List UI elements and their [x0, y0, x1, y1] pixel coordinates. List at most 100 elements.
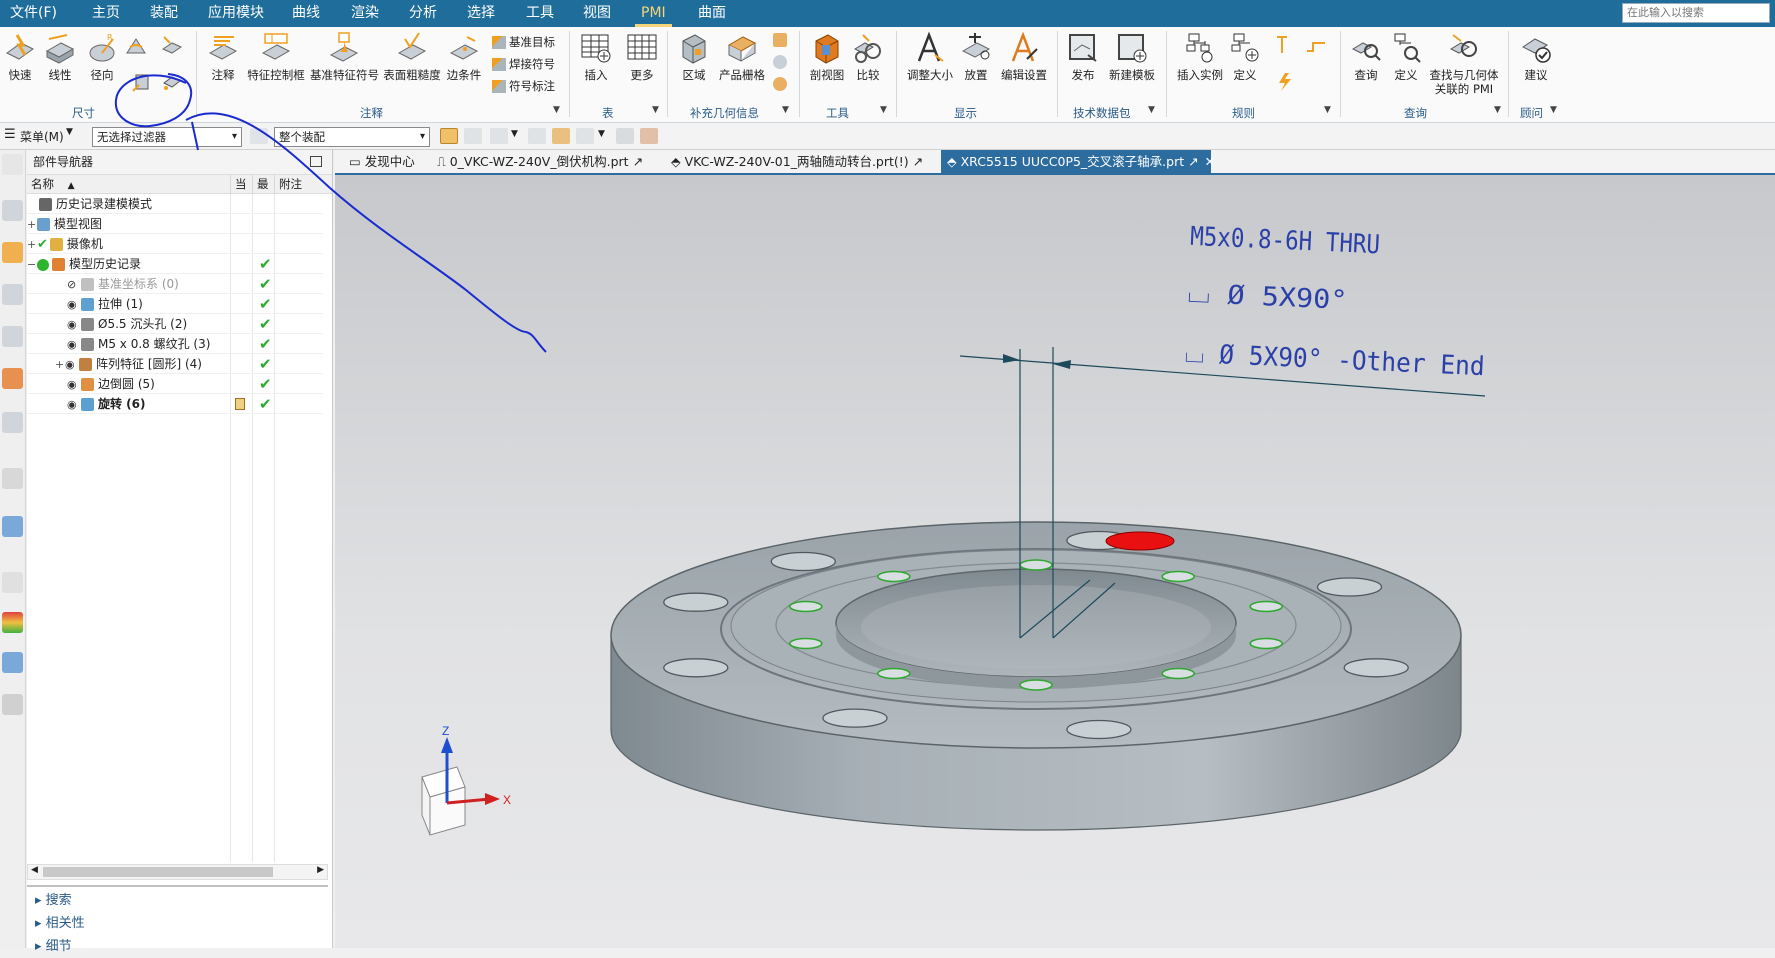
supplementary-tool-2-button[interactable]	[772, 55, 788, 69]
menu-pmi[interactable]: PMI	[635, 0, 672, 27]
chevron-down-icon[interactable]: ▼	[1148, 105, 1155, 115]
edit-settings-button[interactable]: 编辑设置	[998, 31, 1050, 82]
menu-tools[interactable]: 工具	[526, 0, 554, 27]
filter-reset-icon[interactable]	[250, 128, 268, 144]
snap-point-icon[interactable]	[528, 128, 546, 144]
mounting-hole[interactable]	[1066, 719, 1132, 740]
publish-button[interactable]: 发布	[1064, 31, 1102, 82]
place-button[interactable]: 放置	[958, 31, 994, 82]
menu-view[interactable]: 视图	[583, 0, 611, 27]
threaded-hole[interactable]	[1161, 570, 1196, 583]
threaded-hole[interactable]	[1249, 600, 1284, 613]
compare-button[interactable]: 比较	[850, 31, 886, 82]
rule-tool-2-button[interactable]	[1304, 35, 1328, 55]
column-latest[interactable]: 最	[252, 175, 274, 194]
tab-part-1[interactable]: ⎍ 0_VKC-WZ-240V_倒伏机构.prt ↗	[431, 150, 643, 173]
menu-dropdown[interactable]: 菜单(M)	[20, 128, 64, 145]
surface-finish-button[interactable]: 表面粗糙度	[382, 31, 442, 82]
tab-part-2[interactable]: ⬘ VKC-WZ-240V-01_两轴随动转台.prt(!) ↗	[665, 150, 935, 173]
menu-analysis[interactable]: 分析	[409, 0, 437, 27]
settings-icon[interactable]	[2, 154, 23, 175]
history-clock-icon[interactable]	[2, 572, 23, 593]
popout-icon[interactable]: ↗	[1188, 154, 1198, 169]
expand-toggle-icon[interactable]: +	[27, 235, 37, 255]
supplementary-tool-1-button[interactable]	[772, 33, 788, 47]
feature-control-frame-button[interactable]: 特征控制框	[246, 31, 306, 82]
model-view[interactable]: M5x0.8-6H THRU ⌴ Ø 5X90° ⌴ Ø 5X90° -Othe…	[335, 175, 1775, 948]
chevron-down-icon[interactable]: ▼	[1324, 105, 1331, 115]
symbol-label-button[interactable]: 符号标注	[492, 76, 555, 96]
chevron-down-icon[interactable]: ▼	[66, 127, 73, 137]
tree-row-label[interactable]: +✔ 摄像机	[27, 234, 103, 254]
globe-icon[interactable]	[2, 516, 23, 537]
column-current[interactable]: 当	[230, 175, 252, 194]
info-icon[interactable]	[2, 468, 23, 489]
thickness-dimension-button[interactable]	[130, 71, 154, 93]
chevron-down-icon[interactable]: ▼	[598, 129, 605, 139]
quick-dimension-button[interactable]: 快速	[2, 31, 38, 82]
chamfer-dimension-button[interactable]	[160, 33, 184, 57]
graphics-window[interactable]: M5x0.8-6H THRU ⌴ Ø 5X90° ⌴ Ø 5X90° -Othe…	[335, 175, 1775, 948]
chevron-down-icon[interactable]: ▼	[511, 129, 518, 139]
panel-dependencies[interactable]: ▸ 相关性	[35, 913, 85, 935]
visibility-eye-icon[interactable]: ⊘	[67, 275, 81, 295]
menu-curve[interactable]: 曲线	[292, 0, 320, 27]
rule-tool-3-button[interactable]	[1272, 71, 1296, 93]
tab-active-part[interactable]: ⬘ XRC5515 UUCC0P5_交叉滚子轴承.prt ↗ ✕	[941, 150, 1215, 173]
popout-icon[interactable]: ↗	[913, 154, 923, 169]
mounting-hole[interactable]	[1343, 658, 1409, 678]
datum-feature-symbol-button[interactable]: 基准特征符号	[310, 31, 379, 82]
threaded-hole[interactable]	[1019, 559, 1053, 571]
region-button[interactable]: 区域	[674, 31, 714, 82]
close-tab-icon[interactable]: ✕	[1205, 154, 1215, 169]
chevron-down-icon[interactable]: ▼	[1550, 105, 1557, 115]
datum-target-button[interactable]: 基准目标	[492, 32, 555, 52]
visibility-eye-icon[interactable]: ◉	[67, 335, 81, 355]
selection-filter-select[interactable]: 无选择过滤器	[92, 127, 242, 147]
visibility-eye-icon[interactable]: ◉	[67, 295, 81, 315]
scrollbar-thumb[interactable]	[43, 867, 273, 877]
checkbox-checked-icon[interactable]: ✔	[37, 237, 48, 252]
visibility-eye-icon[interactable]: ◉	[65, 355, 79, 375]
tab-discovery-center[interactable]: ▭ 发现中心	[343, 150, 425, 173]
tree-row-label[interactable]: 历史记录建模模式	[39, 194, 152, 214]
reuse-library-icon[interactable]	[2, 284, 23, 305]
menu-render[interactable]: 渲染	[351, 0, 379, 27]
insert-instance-button[interactable]: 插入实例	[1174, 31, 1226, 82]
tree-row-label[interactable]: ◉ 旋转 (6)	[67, 394, 146, 414]
selection-scope-select[interactable]: 整个装配	[274, 127, 430, 147]
tree-row-label[interactable]: ◉ M5 x 0.8 螺纹孔 (3)	[67, 334, 210, 354]
mounting-hole[interactable]	[770, 551, 836, 572]
mounting-hole[interactable]	[822, 708, 888, 728]
tree-row-label[interactable]: ◉ 边倒圆 (5)	[67, 374, 155, 394]
selection-priority-icon[interactable]	[552, 128, 570, 144]
product-grid-button[interactable]: 产品栅格	[718, 31, 766, 82]
chevron-down-icon[interactable]: ▼	[880, 105, 887, 115]
view-cube-icon[interactable]	[616, 128, 634, 144]
web-browser-icon[interactable]	[2, 412, 23, 433]
menu-application[interactable]: 应用模块	[208, 0, 264, 27]
visibility-eye-icon[interactable]: ◉	[67, 375, 81, 395]
role-icon[interactable]	[2, 652, 23, 673]
edge-condition-button[interactable]: 边条件	[444, 31, 484, 82]
select-face-icon[interactable]	[490, 128, 508, 144]
mounting-hole[interactable]	[1316, 577, 1383, 597]
radial-dimension-button[interactable]: R 径向	[84, 31, 120, 82]
menu-surface[interactable]: 曲面	[698, 0, 726, 27]
expand-toggle-icon[interactable]: +	[27, 215, 37, 235]
mounting-hole[interactable]	[663, 658, 729, 678]
find-associated-pmi-button[interactable]: 查找与几何体 关联的 PMI	[1428, 31, 1500, 96]
chevron-down-icon[interactable]: ▼	[652, 105, 659, 115]
threaded-hole[interactable]	[1161, 667, 1196, 680]
scroll-right-icon[interactable]: ▶	[317, 865, 324, 875]
menu-file[interactable]: 文件(F)	[10, 0, 57, 27]
select-body-icon[interactable]	[440, 128, 458, 144]
expand-toggle-icon[interactable]: −	[27, 255, 37, 275]
column-comments[interactable]: 附注	[274, 175, 328, 194]
define-query-button[interactable]: 定义	[1388, 31, 1424, 82]
threaded-hole[interactable]	[876, 667, 911, 680]
supplementary-tool-3-button[interactable]	[772, 77, 788, 91]
chevron-down-icon[interactable]: ▼	[1494, 105, 1501, 115]
query-button[interactable]: 查询	[1348, 31, 1384, 82]
expand-toggle-icon[interactable]: +	[55, 355, 65, 375]
